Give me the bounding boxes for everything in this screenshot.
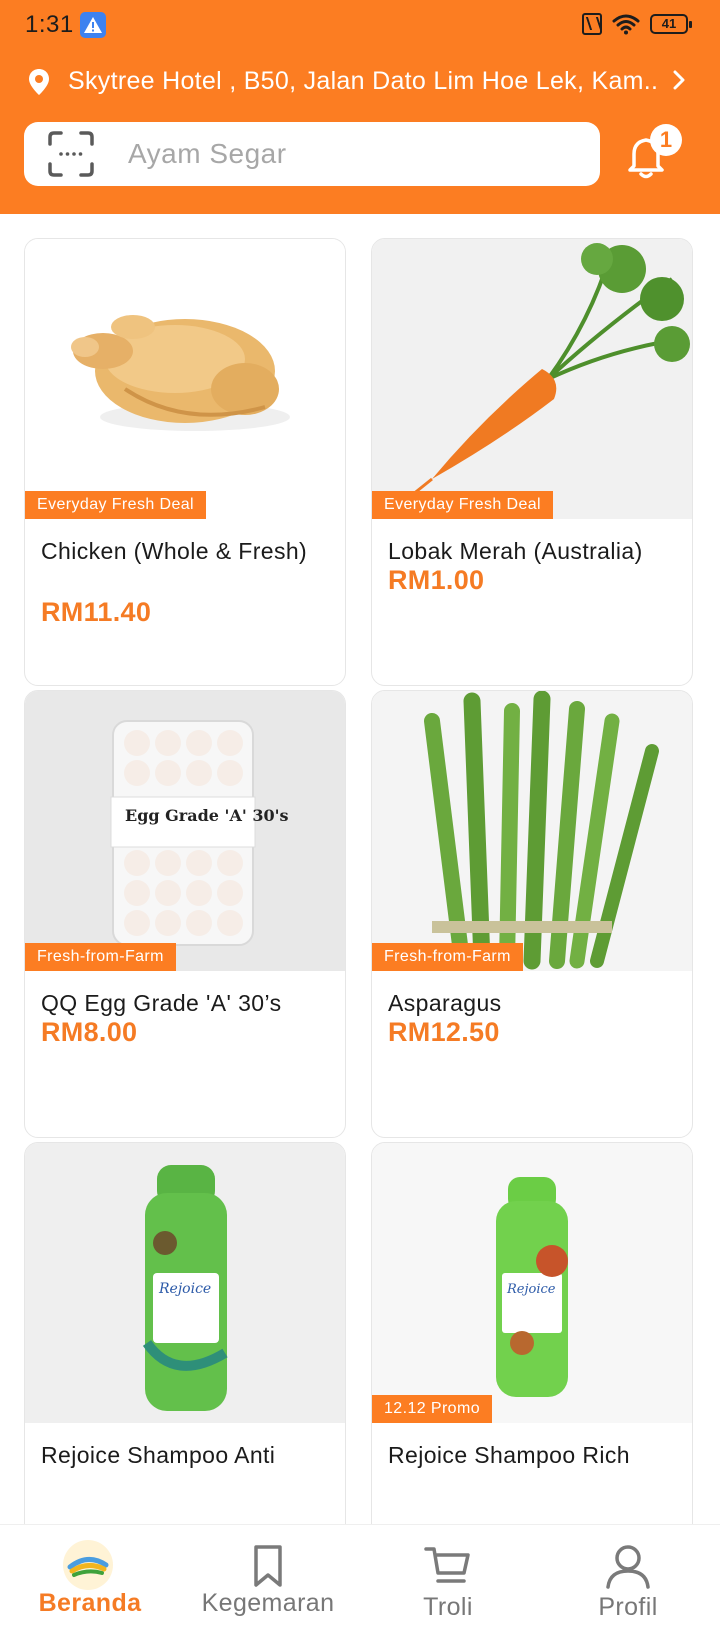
egg-label-text: Egg Grade 'A' 30's — [125, 806, 289, 825]
product-image: Egg Grade 'A' 30's Fresh-from-Farm — [25, 691, 345, 971]
status-bar: 1:31 41 — [0, 0, 720, 52]
product-price: RM11.40 — [41, 597, 152, 627]
nav-item-troli[interactable]: Troli — [358, 1525, 538, 1640]
profile-icon — [606, 1545, 650, 1589]
bottom-navigation: Beranda Kegemaran Troli Profil — [0, 1524, 720, 1640]
header: 1:31 41 Skytree Hotel , B50, Jalan Dato … — [0, 0, 720, 214]
carrot-image — [372, 239, 692, 519]
search-bar[interactable] — [24, 122, 600, 186]
nav-item-beranda[interactable]: Beranda — [0, 1525, 180, 1640]
product-grid: Everyday Fresh Deal Chicken (Whole & Fre… — [0, 214, 720, 1590]
product-card[interactable]: Rejoice 12.12 Promo Rejoice Shampoo Rich — [371, 1142, 693, 1590]
deal-tag: 12.12 Promo — [372, 1395, 493, 1423]
home-logo-icon — [63, 1540, 113, 1590]
shampoo-brand-text: Rejoice — [506, 1282, 556, 1297]
status-time: 1:31 — [25, 11, 74, 38]
notification-badge: 1 — [650, 124, 682, 156]
nav-label: Profil — [598, 1593, 658, 1621]
deal-tag: Fresh-from-Farm — [25, 943, 176, 971]
product-name: QQ Egg Grade 'A' 30’s — [41, 990, 282, 1016]
nav-item-profil[interactable]: Profil — [538, 1525, 718, 1640]
egg-tray-image: Egg Grade 'A' 30's — [25, 691, 345, 971]
shampoo-brand-text: Rejoice — [158, 1281, 211, 1297]
asparagus-image — [372, 691, 692, 971]
nav-label: Beranda — [38, 1589, 142, 1617]
delivery-location[interactable]: Skytree Hotel , B50, Jalan Dato Lim Hoe … — [0, 60, 720, 104]
product-card[interactable]: Everyday Fresh Deal Chicken (Whole & Fre… — [24, 238, 346, 686]
location-pin-icon — [29, 69, 49, 95]
product-card[interactable]: Rejoice Rejoice Shampoo Anti — [24, 1142, 346, 1590]
nav-item-kegemaran[interactable]: Kegemaran — [178, 1525, 358, 1640]
product-image: Everyday Fresh Deal — [372, 239, 692, 519]
product-price: RM1.00 — [388, 565, 485, 595]
product-card[interactable]: Egg Grade 'A' 30's Fresh-from-Farm QQ Eg… — [24, 690, 346, 1138]
shampoo-image: Rejoice — [372, 1143, 692, 1423]
product-name: Lobak Merah (Australia) — [388, 538, 643, 564]
wifi-icon — [612, 14, 640, 35]
product-name: Rejoice Shampoo Anti — [41, 1442, 276, 1468]
product-image: Everyday Fresh Deal — [25, 239, 345, 519]
battery-icon: 41 — [650, 14, 692, 34]
product-image: Rejoice — [25, 1143, 345, 1423]
product-card[interactable]: Everyday Fresh Deal Lobak Merah (Austral… — [371, 238, 693, 686]
product-card[interactable]: Fresh-from-Farm Asparagus RM12.50 — [371, 690, 693, 1138]
location-text: Skytree Hotel , B50, Jalan Dato Lim Hoe … — [68, 67, 658, 95]
chevron-right-icon — [673, 70, 685, 90]
scan-icon[interactable] — [48, 131, 94, 177]
product-price: RM12.50 — [388, 1017, 500, 1047]
app-screen: 1:31 41 Skytree Hotel , B50, Jalan Dato … — [0, 0, 720, 1640]
nfc-icon — [582, 13, 602, 35]
deal-tag: Everyday Fresh Deal — [372, 491, 553, 519]
status-icons: 41 — [582, 13, 692, 35]
search-input[interactable] — [128, 132, 568, 176]
product-name: Rejoice Shampoo Rich — [388, 1442, 630, 1468]
product-image: Rejoice 12.12 Promo — [372, 1143, 692, 1423]
bookmark-icon — [254, 1545, 282, 1587]
product-image: Fresh-from-Farm — [372, 691, 692, 971]
chicken-image — [25, 239, 345, 519]
notification-button[interactable]: 1 — [626, 124, 686, 184]
product-name: Asparagus — [388, 990, 502, 1016]
deal-tag: Everyday Fresh Deal — [25, 491, 206, 519]
alert-icon — [80, 12, 106, 38]
product-price: RM8.00 — [41, 1017, 138, 1047]
shampoo-image: Rejoice — [25, 1143, 345, 1423]
product-name: Chicken (Whole & Fresh) — [41, 538, 308, 564]
cart-icon — [424, 1547, 470, 1583]
deal-tag: Fresh-from-Farm — [372, 943, 523, 971]
nav-label: Kegemaran — [201, 1589, 335, 1617]
nav-label: Troli — [423, 1593, 473, 1621]
